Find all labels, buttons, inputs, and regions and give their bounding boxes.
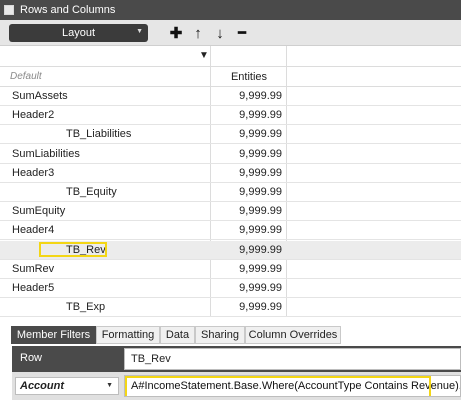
- plus-icon: ✚: [169, 25, 183, 42]
- table-row[interactable]: TB_Exp 9,999.99: [0, 298, 461, 317]
- row-name: SumAssets: [12, 90, 68, 102]
- rows-columns-grid: ▼ Default Entities SumAssets 9,999.99 Head…: [0, 46, 461, 317]
- minus-icon: ━: [238, 25, 246, 40]
- table-row[interactable]: SumEquity 9,999.99: [0, 202, 461, 222]
- row-name: SumRev: [12, 262, 55, 275]
- table-row[interactable]: TB_Liabilities 9,999.99: [0, 125, 461, 145]
- row-name: Header2: [12, 109, 55, 122]
- default-header-label: Default: [10, 71, 42, 82]
- row-value: 9,999.99: [239, 186, 282, 198]
- tab-member-filters[interactable]: Member Filters: [11, 326, 96, 344]
- tab-formatting[interactable]: Formatting: [96, 326, 160, 344]
- row-property-panel: Row TB_Rev: [12, 346, 461, 372]
- row-value: 9,999.99: [239, 301, 282, 314]
- move-down-button[interactable]: ↓: [212, 24, 228, 42]
- dropdown-caret-icon: ▼: [106, 382, 113, 389]
- layout-dropdown-label: Layout: [61, 27, 96, 39]
- highlight-box: [39, 241, 107, 257]
- dropdown-caret-icon: ▼: [136, 28, 143, 35]
- row-name: TB_Liabilities: [66, 128, 132, 141]
- table-row[interactable]: TB_Rev 9,999.99: [0, 240, 461, 260]
- member-filter-bar: Account ▼ A#IncomeStatement.Base.Where(A…: [12, 372, 461, 400]
- row-value: 9,999.99: [239, 166, 282, 179]
- tab-label: Column Overrides: [248, 329, 338, 341]
- remove-row-button[interactable]: ━: [234, 24, 250, 42]
- row-name: Header4: [12, 224, 55, 237]
- row-name: SumLiabilities: [12, 147, 80, 160]
- row-name: Header3: [12, 166, 55, 179]
- table-row[interactable]: Header2 9,999.99: [0, 106, 461, 126]
- grid-filter-header: ▼: [0, 46, 461, 67]
- arrow-up-icon: ↑: [194, 24, 202, 42]
- member-filter-input[interactable]: A#IncomeStatement.Base.Where(AccountType…: [124, 375, 461, 397]
- row-value: 9,999.99: [239, 262, 282, 275]
- row-value: 9,999.99: [239, 243, 282, 256]
- layout-dropdown[interactable]: Layout ▼: [9, 24, 148, 42]
- row-name: TB_Exp: [66, 301, 106, 314]
- row-value: 9,999.99: [239, 224, 282, 237]
- row-label: Row: [20, 352, 43, 364]
- table-row[interactable]: Header3 9,999.99: [0, 164, 461, 183]
- row-value: 9,999.99: [239, 205, 282, 218]
- row-name-field[interactable]: TB_Rev: [124, 348, 461, 370]
- row-name: Header5: [12, 282, 55, 294]
- property-tabs: Member Filters Formatting Data Sharing C…: [0, 323, 461, 345]
- add-row-button[interactable]: ✚: [168, 24, 184, 42]
- table-row[interactable]: SumLiabilities 9,999.99: [0, 145, 461, 164]
- table-row[interactable]: Header4 9,999.99: [0, 221, 461, 241]
- row-value: 9,999.99: [239, 282, 282, 294]
- dimension-dropdown-label: Account: [20, 380, 64, 392]
- panel-icon: [4, 5, 14, 15]
- row-value: 9,999.99: [239, 90, 282, 102]
- row-name-value: TB_Rev: [131, 353, 171, 365]
- tab-column-overrides[interactable]: Column Overrides: [245, 326, 341, 344]
- arrow-down-icon: ↓: [216, 24, 224, 42]
- row-value: 9,999.99: [239, 128, 282, 141]
- tab-label: Data: [165, 329, 190, 341]
- entities-column-header[interactable]: Entities: [212, 71, 286, 83]
- grid-column-header: Default Entities: [0, 67, 461, 87]
- tab-sharing[interactable]: Sharing: [195, 326, 245, 344]
- move-up-button[interactable]: ↑: [190, 24, 206, 42]
- dimension-dropdown[interactable]: Account ▼: [15, 377, 119, 395]
- tab-label: Formatting: [101, 329, 155, 341]
- table-row[interactable]: Header5 9,999.99: [0, 279, 461, 298]
- toolbar: Layout ▼ ✚ ↑ ↓ ━: [0, 20, 461, 46]
- row-name: TB_Equity: [66, 186, 117, 198]
- window-titlebar: Rows and Columns: [0, 0, 461, 20]
- row-value: 9,999.99: [239, 109, 282, 122]
- tab-label: Member Filters: [16, 329, 91, 341]
- tab-data[interactable]: Data: [160, 326, 195, 344]
- filter-icon[interactable]: ▼: [199, 50, 209, 61]
- window-title: Rows and Columns: [20, 4, 116, 16]
- table-row[interactable]: SumRev 9,999.99: [0, 260, 461, 279]
- highlight-box: [125, 376, 431, 396]
- table-row[interactable]: SumAssets 9,999.99: [0, 87, 461, 106]
- row-value: 9,999.99: [239, 147, 282, 160]
- table-row[interactable]: TB_Equity 9,999.99: [0, 183, 461, 202]
- row-name: SumEquity: [12, 205, 66, 218]
- tab-label: Sharing: [201, 329, 239, 341]
